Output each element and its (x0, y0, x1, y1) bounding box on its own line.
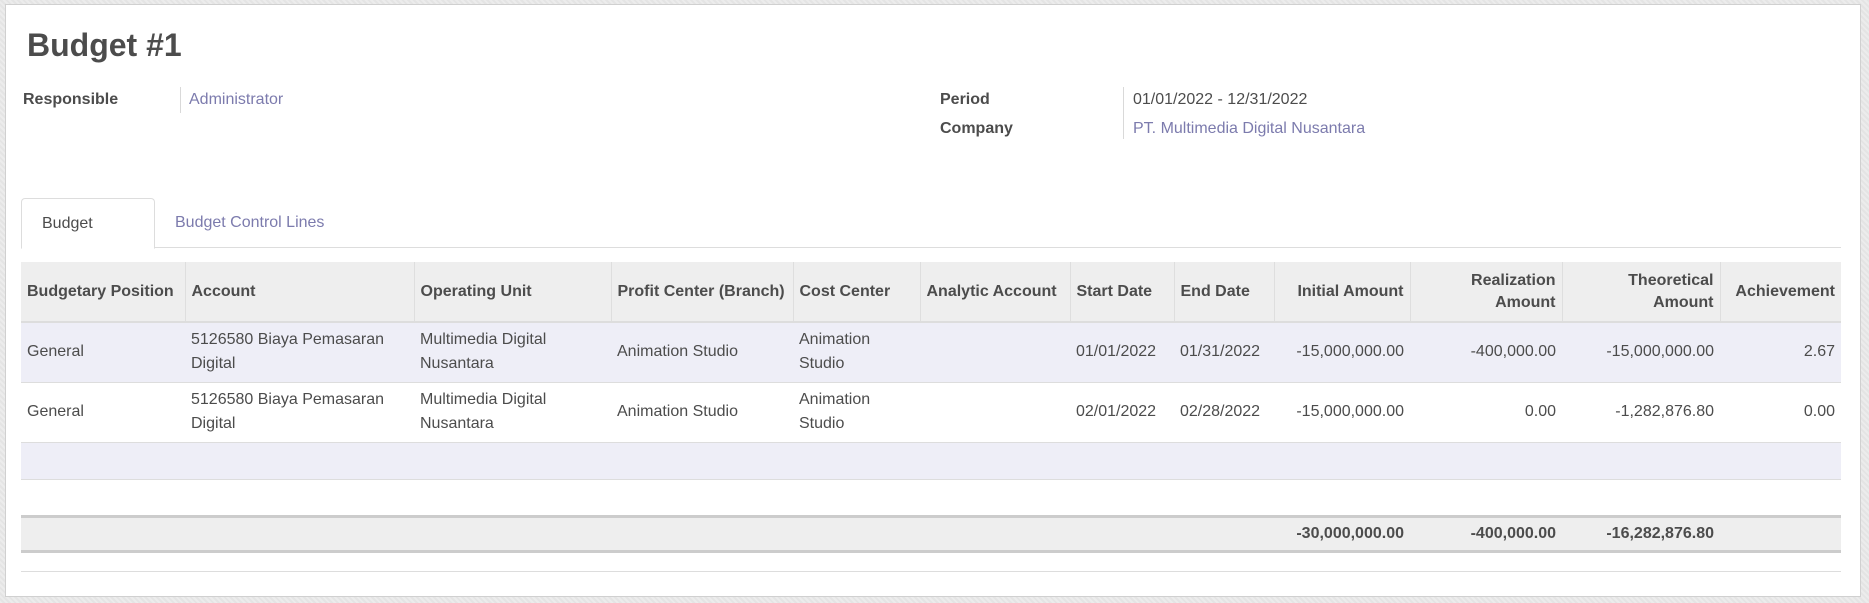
table-row[interactable]: General 5126580 Biaya Pemasaran Digital … (21, 382, 1841, 443)
tab-budget-lines[interactable]: Budget Lines (21, 198, 155, 282)
field-divider (1123, 87, 1124, 139)
cell-analytic-account (920, 322, 1070, 383)
responsible-value[interactable]: Administrator (189, 90, 283, 110)
cell-realization-amount: -400,000.00 (1410, 322, 1562, 383)
column-header-theoretical-amount[interactable]: Theoretical Amount (1561, 262, 1720, 323)
cell-profit-center: Animation Studio (611, 382, 793, 443)
cell-end-date: 01/31/2022 (1174, 322, 1274, 383)
cell-cost-center: Animation Studio (793, 382, 920, 443)
table-header-row: Budgetary Position Account Operating Uni… (21, 262, 1841, 323)
column-header-budgetary-position[interactable]: Budgetary Position (21, 262, 185, 323)
cell-account: 5126580 Biaya Pemasaran Digital (185, 322, 414, 383)
cell-realization-amount: 0.00 (1410, 382, 1562, 443)
cell-initial-amount: -15,000,000.00 (1274, 382, 1410, 443)
cell-start-date: 01/01/2022 (1070, 322, 1174, 383)
tab-budget-control-lines[interactable]: Budget Control Lines (155, 198, 344, 248)
total-theoretical-amount: -16,282,876.80 (1562, 514, 1720, 553)
cell-start-date: 02/01/2022 (1070, 382, 1174, 443)
cell-initial-amount: -15,000,000.00 (1274, 322, 1410, 383)
footer-spacer-row (21, 551, 1841, 572)
column-header-start-date[interactable]: Start Date (1069, 262, 1174, 323)
budget-lines-table: Budgetary Position Account Operating Uni… (21, 262, 1841, 572)
cell-account: 5126580 Biaya Pemasaran Digital (185, 382, 414, 443)
cell-budgetary-position: General (21, 382, 185, 443)
column-header-cost-center[interactable]: Cost Center (792, 262, 920, 323)
cell-budgetary-position: General (21, 322, 185, 383)
period-value: 01/01/2022 - 12/31/2022 (1133, 91, 1308, 108)
cell-achievement: 2.67 (1720, 322, 1841, 383)
total-initial-amount: -30,000,000.00 (1274, 514, 1410, 553)
cell-operating-unit: Multimedia Digital Nusantara (414, 382, 611, 443)
field-divider (180, 87, 181, 113)
total-achievement (1720, 514, 1841, 553)
column-header-achievement[interactable]: Achievement (1719, 262, 1841, 323)
cell-achievement: 0.00 (1720, 382, 1841, 443)
company-value[interactable]: PT. Multimedia Digital Nusantara (1133, 119, 1365, 139)
cell-operating-unit: Multimedia Digital Nusantara (414, 322, 611, 383)
responsible-label: Responsible (23, 91, 119, 108)
cell-cost-center: Animation Studio (793, 322, 920, 383)
cell-end-date: 02/28/2022 (1174, 382, 1274, 443)
cell-analytic-account (920, 382, 1070, 443)
totals-row: -30,000,000.00 -400,000.00 -16,282,876.8… (21, 514, 1841, 553)
cell-profit-center: Animation Studio (611, 322, 793, 383)
empty-cell (21, 442, 1841, 480)
empty-row (21, 442, 1841, 480)
notebook-tabs: Budget Lines Budget Control Lines (21, 194, 1841, 282)
column-header-account[interactable]: Account (184, 262, 414, 323)
total-realization-amount: -400,000.00 (1410, 514, 1562, 553)
footer-spacer-cell (21, 551, 1841, 572)
cell-theoretical-amount: -1,282,876.80 (1562, 382, 1720, 443)
company-label: Company (940, 120, 1013, 137)
spacer-cell (21, 479, 1841, 516)
column-header-operating-unit[interactable]: Operating Unit (413, 262, 611, 323)
totals-blank (21, 514, 1274, 553)
table-row[interactable]: General 5126580 Biaya Pemasaran Digital … (21, 322, 1841, 383)
column-header-end-date[interactable]: End Date (1173, 262, 1274, 323)
column-header-analytic-account[interactable]: Analytic Account (919, 262, 1070, 323)
page-title: Budget #1 (27, 27, 182, 63)
period-label: Period (940, 91, 990, 108)
column-header-initial-amount[interactable]: Initial Amount (1273, 262, 1410, 323)
cell-theoretical-amount: -15,000,000.00 (1562, 322, 1720, 383)
column-header-profit-center[interactable]: Profit Center (Branch) (610, 262, 793, 323)
spacer-row (21, 479, 1841, 516)
column-header-realization-amount[interactable]: Realization Amount (1409, 262, 1562, 323)
